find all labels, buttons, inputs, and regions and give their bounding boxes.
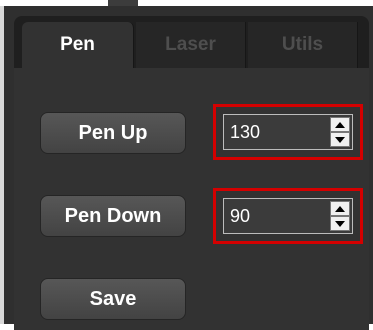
pen-tab-content: Pen Up 130 Pen Down 90 Save [14, 68, 369, 330]
pen-down-decrement-button[interactable] [330, 216, 350, 231]
pen-up-spinner[interactable]: 130 [223, 114, 353, 150]
pen-down-spinner[interactable]: 90 [223, 198, 353, 234]
pen-up-highlight: 130 [213, 104, 363, 160]
pen-down-button[interactable]: Pen Down [40, 195, 186, 237]
pen-up-spinner-arrows [330, 117, 350, 147]
pen-up-value[interactable]: 130 [230, 115, 260, 149]
triangle-up-icon [335, 206, 345, 212]
settings-panel: Pen Laser Utils Pen Up 130 Pen Down 90 S… [0, 6, 373, 330]
tab-utils[interactable]: Utils [248, 22, 358, 68]
tab-pen[interactable]: Pen [22, 22, 134, 68]
triangle-down-icon [335, 137, 345, 143]
pen-down-increment-button[interactable] [330, 201, 350, 216]
triangle-up-icon [335, 122, 345, 128]
pen-down-spinner-arrows [330, 201, 350, 231]
pen-up-button[interactable]: Pen Up [40, 112, 186, 154]
tab-laser[interactable]: Laser [136, 22, 246, 68]
pen-down-value[interactable]: 90 [230, 199, 250, 233]
pen-up-increment-button[interactable] [330, 117, 350, 132]
pen-up-decrement-button[interactable] [330, 132, 350, 147]
save-button[interactable]: Save [40, 278, 186, 320]
tab-bar: Pen Laser Utils [14, 16, 369, 68]
pen-down-highlight: 90 [213, 188, 363, 244]
triangle-down-icon [335, 221, 345, 227]
